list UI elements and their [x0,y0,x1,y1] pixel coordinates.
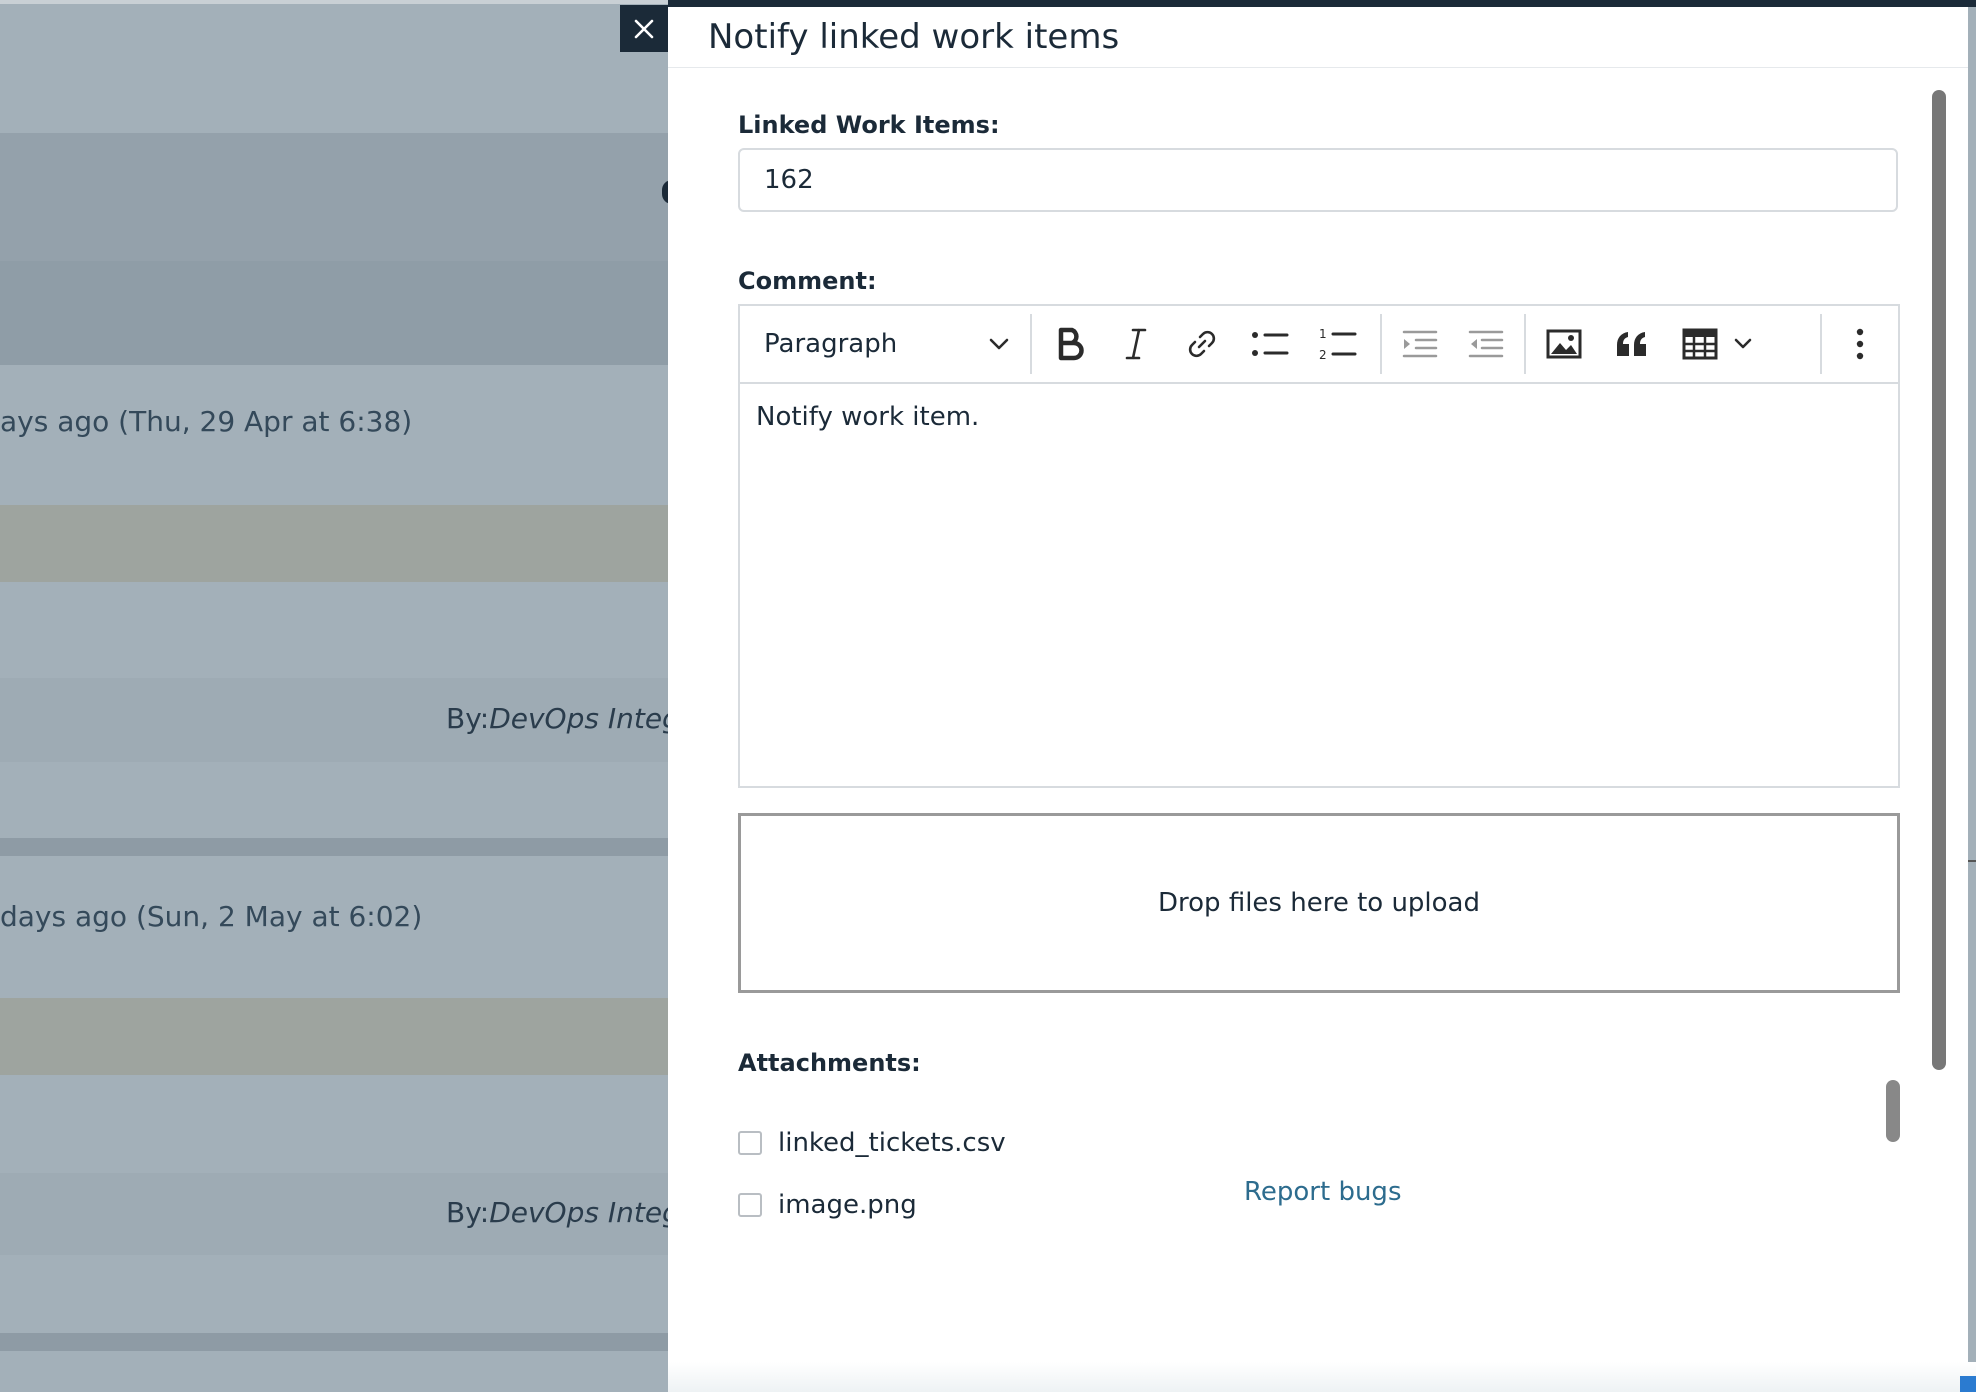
toolbar-separator [1820,314,1822,374]
bg-divider [0,838,670,856]
bold-icon [1058,327,1084,361]
attachment-name: image.png [778,1190,917,1220]
link-icon [1188,330,1216,358]
italic-icon [1125,328,1147,360]
edge-corner [1960,1376,1976,1392]
numbered-list-icon: 12 [1319,327,1357,361]
insert-image-button[interactable] [1534,306,1594,382]
toolbar-separator [1030,314,1032,374]
paragraph-chevron[interactable] [984,306,1014,382]
inner-scrollbar[interactable] [1886,1080,1900,1142]
bg-section [0,261,670,365]
table-icon [1682,328,1718,360]
bg-section [0,582,670,678]
dropzone-text: Drop files here to upload [1158,888,1480,918]
bg-divider [0,1333,670,1351]
dialog-title: Notify linked work items [708,17,1120,57]
edge-mark [1968,860,1976,862]
image-icon [1546,329,1582,359]
bulleted-list-icon [1252,332,1289,356]
svg-text:2: 2 [1319,348,1327,361]
table-options-chevron[interactable] [1728,306,1758,382]
chevron-down-icon [989,338,1009,350]
bg-section [0,1075,670,1173]
bg-section [0,505,670,582]
notify-dialog: Notify linked work items Linked Work Ite… [668,7,1968,1392]
title-divider [668,67,1968,68]
numbered-list-button[interactable]: 12 [1308,306,1368,382]
file-dropzone[interactable]: Drop files here to upload [738,813,1900,993]
bg-header [0,0,670,133]
outdent-icon [1402,330,1438,358]
bg-section [0,1351,670,1392]
comment-text: Notify work item. [756,402,980,432]
bulleted-list-button[interactable] [1240,306,1300,382]
close-icon [634,19,654,38]
insert-table-button[interactable] [1672,306,1728,382]
panel-bottom-shade [668,1362,1976,1392]
linked-work-items-input[interactable]: 162 [738,148,1898,212]
paragraph-dropdown[interactable]: Paragraph [764,306,897,382]
bg-timestamp: days ago (Sun, 2 May at 6:02) [0,900,423,933]
paragraph-label: Paragraph [764,329,898,359]
bg-section [0,133,670,261]
attachments-label: Attachments: [738,1049,921,1077]
attachment-checkbox[interactable] [738,1193,762,1217]
comment-label: Comment: [738,267,877,295]
attachment-item: image.png [738,1190,917,1220]
outdent-button[interactable] [1390,306,1450,382]
panel-scrollbar[interactable] [1932,90,1946,1070]
bg-section [0,1255,670,1333]
linked-work-items-label: Linked Work Items: [738,111,1000,139]
indent-icon [1468,330,1504,358]
panel-top-border [668,0,1976,7]
bg-author: By:DevOps Integr [446,1196,692,1229]
blockquote-icon [1617,332,1646,356]
link-button[interactable] [1174,306,1230,382]
blockquote-button[interactable] [1602,306,1662,382]
toolbar-separator [1524,314,1526,374]
svg-text:1: 1 [1319,327,1327,341]
toolbar-separator [1380,314,1382,374]
indent-button[interactable] [1456,306,1516,382]
comment-text-area[interactable]: Notify work item. [756,402,979,432]
attachment-name: linked_tickets.csv [778,1128,1006,1158]
bg-timestamp: ays ago (Thu, 29 Apr at 6:38) [0,405,413,438]
italic-button[interactable] [1108,306,1164,382]
editor-toolbar: Paragraph 12 [740,306,1898,384]
chevron-down-icon [1734,338,1752,349]
more-options-button[interactable] [1832,306,1888,382]
bg-section [0,762,670,838]
report-bugs-link[interactable]: Report bugs [1244,1177,1402,1207]
bold-button[interactable] [1042,306,1098,382]
bg-author: By:DevOps Integr [446,702,692,735]
attachment-checkbox[interactable] [738,1131,762,1155]
more-icon [1856,328,1864,360]
attachment-item: linked_tickets.csv [738,1128,1006,1158]
comment-editor: Paragraph 12 Notify work item. [738,304,1900,788]
bg-section [0,998,670,1075]
close-button[interactable] [620,5,668,52]
